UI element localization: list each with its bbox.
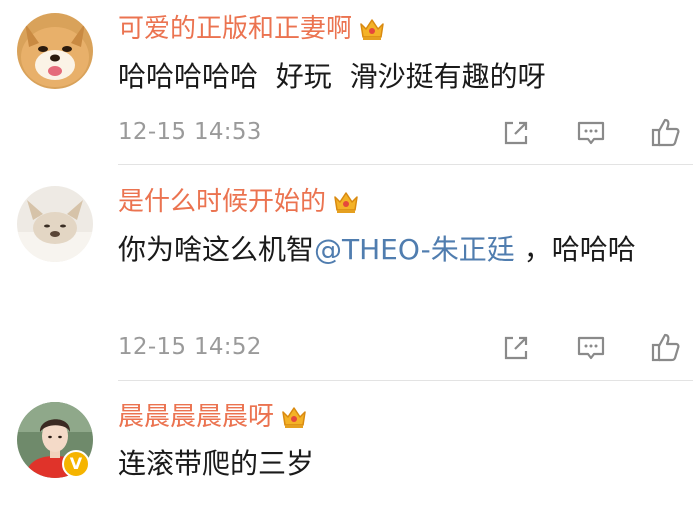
reply-button[interactable] [571,113,611,153]
crown-icon [332,189,360,224]
like-button[interactable] [646,113,686,153]
thumbs-up-icon [651,333,680,362]
avatar[interactable] [17,13,93,89]
like-button[interactable] [646,328,686,368]
comment-text: 连滚带爬的三岁 [118,447,315,480]
username-text: 可爱的正版和正妻啊 [118,14,353,44]
comment-meta: 12-15 14:52 [118,328,693,368]
username[interactable]: 晨晨晨晨晨呀 [118,400,308,439]
comment-text: 你为啥这么机智@THEO-朱正廷 ，哈哈哈 [118,229,678,271]
comment-meta: 12-15 14:53 [118,113,693,153]
username-text: 晨晨晨晨晨呀 [118,402,275,432]
timestamp: 12-15 14:53 [118,119,262,145]
reply-button[interactable] [571,328,611,368]
mention-link[interactable]: @THEO-朱正廷 [314,233,515,266]
crown-icon [358,16,386,51]
comment-text-part: ，哈哈哈 [514,233,636,266]
thumbs-up-icon [651,118,680,147]
crown-icon [280,404,308,439]
shiba-inu-dog-avatar [17,13,93,89]
username-text: 是什么时候开始的 [118,187,327,217]
avatar[interactable] [17,186,93,262]
french-bulldog-avatar [17,186,93,262]
comment-text-part: 你为啥这么机智 [118,233,315,266]
comment-feed: 可爱的正版和正妻啊 哈哈哈哈哈 好玩 滑沙挺有趣的呀 12-15 14:53 是… [0,0,693,509]
share-button[interactable] [496,328,536,368]
share-button[interactable] [496,113,536,153]
comment-icon [577,121,605,145]
verified-badge: V [62,450,90,478]
comment-text: 哈哈哈哈哈 好玩 滑沙挺有趣的呀 [118,60,546,93]
username[interactable]: 可爱的正版和正妻啊 [118,12,386,51]
divider [118,164,693,165]
timestamp: 12-15 14:52 [118,334,262,360]
share-icon [504,121,528,145]
divider [118,380,693,381]
share-icon [504,336,528,360]
username[interactable]: 是什么时候开始的 [118,185,360,224]
comment-icon [577,336,605,360]
